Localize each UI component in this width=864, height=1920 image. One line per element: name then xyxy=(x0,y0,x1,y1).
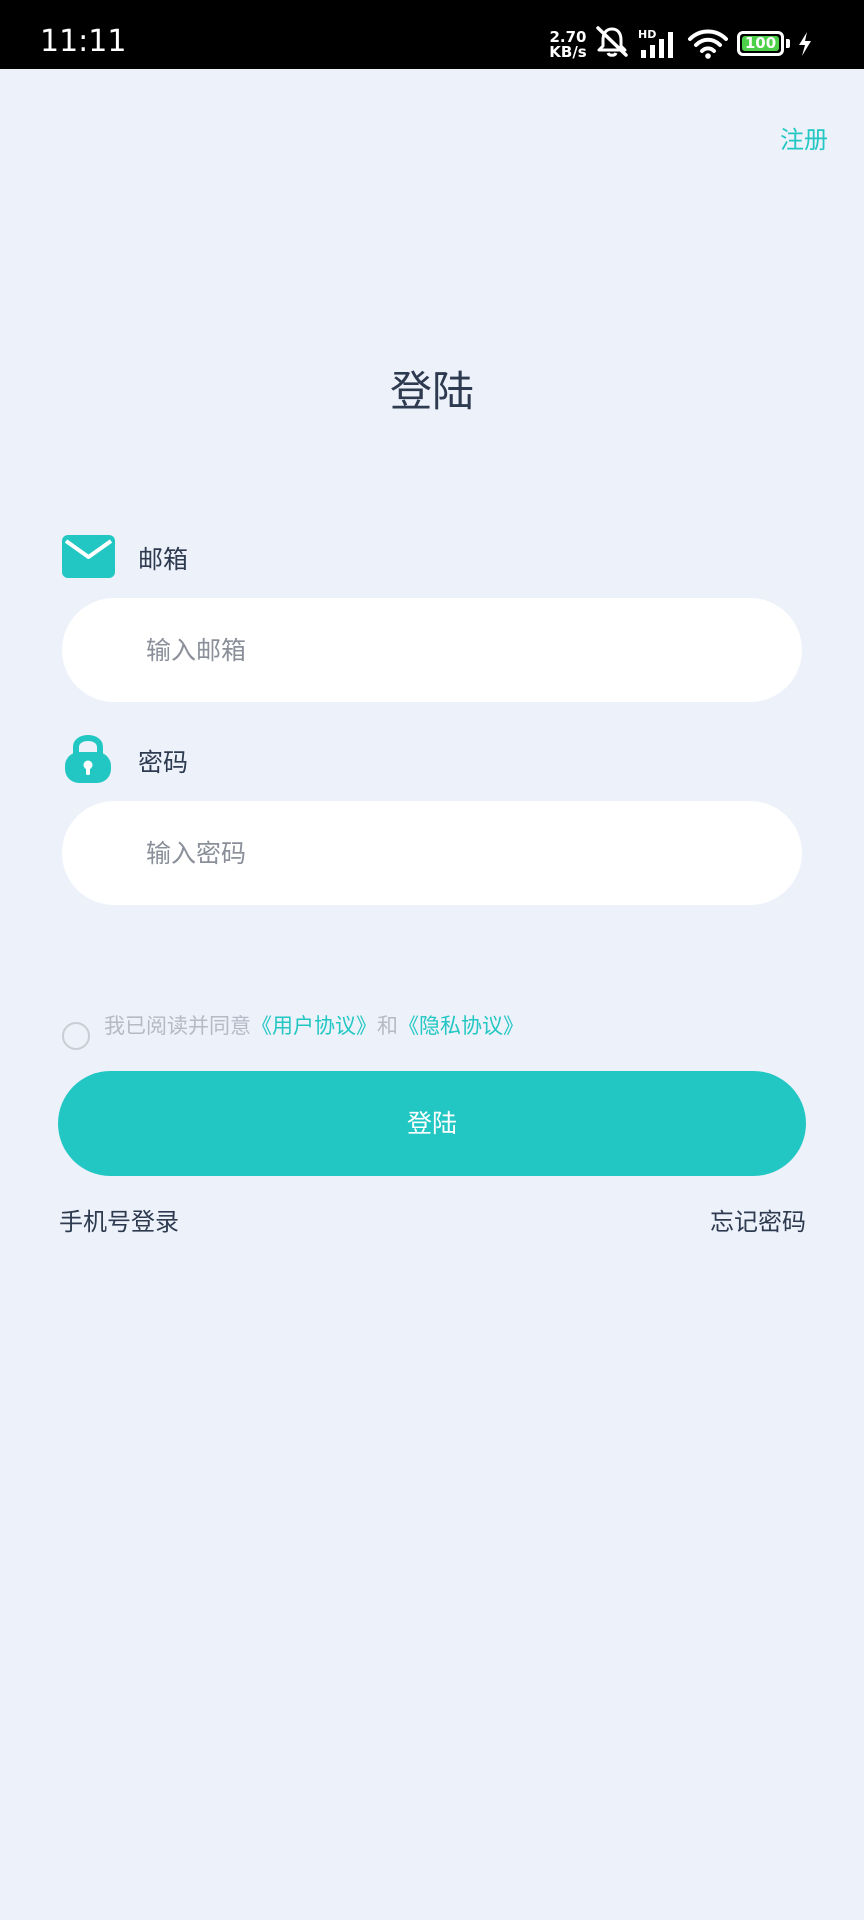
lock-icon xyxy=(65,735,111,783)
agreement-conjunction: 和 xyxy=(377,1014,398,1038)
password-input-container xyxy=(62,801,802,905)
signal-icon xyxy=(641,32,673,58)
email-input-container xyxy=(62,598,802,702)
status-bar: 11:11 2.70 KB/s HD 100 xyxy=(0,0,864,69)
email-input[interactable] xyxy=(146,598,746,702)
charging-icon xyxy=(799,32,811,56)
network-speed-unit: KB/s xyxy=(549,43,587,61)
network-speed: 2.70 KB/s xyxy=(545,30,591,60)
password-label: 密码 xyxy=(138,748,189,777)
battery-tip xyxy=(786,39,790,48)
login-button[interactable]: 登陆 xyxy=(58,1071,806,1176)
page-title: 登陆 xyxy=(389,367,474,416)
battery-icon: 100 xyxy=(737,31,784,56)
phone-login-link[interactable]: 手机号登录 xyxy=(59,1202,179,1237)
user-agreement-link[interactable]: 《用户协议》 xyxy=(251,1014,377,1038)
battery-level: 100 xyxy=(744,34,777,52)
mute-icon xyxy=(596,26,628,57)
mail-icon xyxy=(62,535,115,578)
status-time: 11:11 xyxy=(40,24,127,59)
forgot-password-link[interactable]: 忘记密码 xyxy=(710,1202,806,1237)
register-link[interactable]: 注册 xyxy=(780,120,828,155)
agreement-text: 我已阅读并同意《用户协议》和《隐私协议》 xyxy=(104,1010,524,1040)
wifi-icon xyxy=(688,29,728,59)
privacy-policy-link[interactable]: 《隐私协议》 xyxy=(398,1014,524,1038)
email-label: 邮箱 xyxy=(138,545,189,574)
agreement-prefix: 我已阅读并同意 xyxy=(104,1014,251,1038)
agreement-checkbox[interactable] xyxy=(62,1022,90,1050)
password-input[interactable] xyxy=(146,801,746,905)
